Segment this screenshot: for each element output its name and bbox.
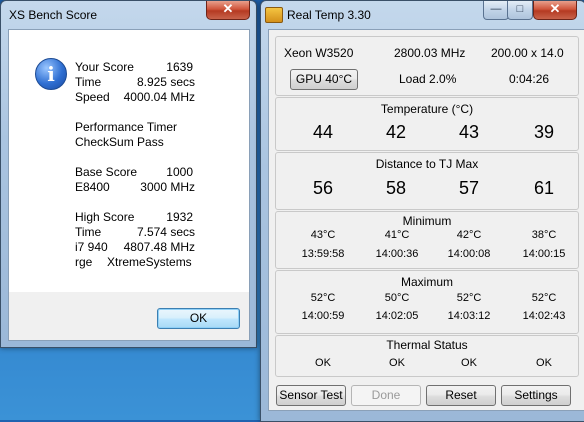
perf-timer-line: Performance Timer: [75, 120, 178, 134]
xs-title-bar[interactable]: XS Bench Score ✕: [1, 1, 256, 29]
time-value: 8.925 secs: [136, 75, 195, 89]
speed-row: Speed 4000.04 MHz: [75, 90, 245, 105]
load-readout: Load 2.0%: [399, 72, 457, 86]
distance-header: Distance to TJ Max: [375, 157, 479, 171]
min-temp: 41°C: [384, 229, 410, 241]
high-user-row: rge XtremeSystems: [75, 255, 192, 269]
distance-value: 61: [533, 178, 555, 198]
min-temp: 38°C: [531, 229, 557, 241]
base-cpu-row: E8400 3000 MHz: [75, 180, 195, 194]
distance-value: 58: [385, 178, 407, 198]
reset-button[interactable]: Reset: [426, 385, 496, 406]
min-temp: 43°C: [310, 229, 336, 241]
thermal-status-value: OK: [536, 357, 552, 369]
min-time: 14:00:08: [447, 248, 491, 260]
minimize-button[interactable]: —: [483, 1, 509, 20]
score-value: 1639: [166, 60, 193, 74]
score-label: Your Score: [75, 60, 134, 74]
max-temp: 52°C: [310, 292, 336, 304]
min-time: 14:00:15: [522, 248, 566, 260]
speed-label: Speed: [75, 90, 110, 104]
thermal-status-value: OK: [389, 357, 405, 369]
xs-window-title: XS Bench Score: [9, 8, 98, 22]
rt-content: Xeon W3520 2800.03 MHz 200.00 x 14.0 GPU…: [268, 29, 584, 411]
thermal-status-value: OK: [315, 357, 331, 369]
xs-bench-window: XS Bench Score ✕ i Your Score 1639 Time …: [0, 0, 257, 348]
min-time: 14:00:36: [375, 248, 419, 260]
minimum-group: Minimum 43°C 41°C 42°C 38°C 13:59:58 14:…: [275, 211, 579, 269]
gpu-button[interactable]: GPU 40°C: [290, 69, 358, 90]
minimum-header: Minimum: [402, 214, 452, 228]
min-temp: 42°C: [456, 229, 482, 241]
time-row: Time 8.925 secs: [75, 75, 245, 90]
rt-title-bar[interactable]: Real Temp 3.30 — □ ✕: [261, 1, 584, 29]
cpu-speed: 2800.03 MHz: [394, 46, 466, 60]
done-button[interactable]: Done: [351, 385, 421, 406]
settings-button[interactable]: Settings: [501, 385, 571, 406]
real-temp-window: Real Temp 3.30 — □ ✕ Xeon W3520 2800.03 …: [260, 0, 584, 422]
distance-value: 57: [458, 178, 480, 198]
high-cpu-row: i7 940 4807.48 MHz: [75, 240, 195, 254]
max-temp: 50°C: [384, 292, 410, 304]
distance-group: Distance to TJ Max 56 58 57 61: [275, 152, 579, 210]
checksum-line: CheckSum Pass: [75, 135, 164, 149]
rt-close-button[interactable]: ✕: [533, 1, 577, 20]
core-temp-value: 39: [533, 122, 555, 142]
base-score-row: Base Score 1000: [75, 165, 193, 179]
maximize-button[interactable]: □: [507, 1, 533, 20]
thermal-status-group: Thermal Status OK OK OK OK: [275, 335, 579, 377]
time-label: Time: [75, 75, 102, 89]
temperature-header: Temperature (°C): [380, 102, 474, 116]
info-icon: i: [35, 58, 67, 90]
max-time: 14:03:12: [447, 310, 491, 322]
thermal-status-value: OK: [461, 357, 477, 369]
min-time: 13:59:58: [301, 248, 345, 260]
thermometer-app-icon: [265, 7, 283, 23]
core-temp-value: 43: [458, 122, 480, 142]
distance-value: 56: [312, 178, 334, 198]
sensor-test-button[interactable]: Sensor Test: [276, 385, 346, 406]
cpu-info-group: Xeon W3520 2800.03 MHz 200.00 x 14.0 GPU…: [275, 36, 579, 96]
rt-window-title: Real Temp 3.30: [287, 8, 371, 22]
maximum-header: Maximum: [400, 275, 453, 289]
core-temp-value: 42: [385, 122, 407, 142]
maximum-group: Maximum 52°C 50°C 52°C 52°C 14:00:59 14:…: [275, 270, 579, 334]
temperature-group: Temperature (°C) 44 42 43 39: [275, 97, 579, 151]
max-time: 14:02:05: [375, 310, 419, 322]
speed-value: 4000.04 MHz: [123, 90, 195, 104]
max-time: 14:02:43: [522, 310, 566, 322]
xs-content: i Your Score 1639 Time 8.925 secs Speed …: [8, 29, 250, 341]
xs-close-button[interactable]: ✕: [206, 1, 250, 20]
uptime-readout: 0:04:26: [509, 72, 550, 86]
cpu-multiplier: 200.00 x 14.0: [491, 46, 564, 60]
cpu-name: Xeon W3520: [284, 46, 354, 60]
high-time-row: Time 7.574 secs: [75, 225, 195, 239]
ok-button[interactable]: OK: [157, 308, 240, 329]
score-row: Your Score 1639: [75, 60, 245, 75]
max-temp: 52°C: [456, 292, 482, 304]
max-temp: 52°C: [531, 292, 557, 304]
core-temp-value: 44: [312, 122, 334, 142]
max-time: 14:00:59: [301, 310, 345, 322]
xs-message-area: i Your Score 1639 Time 8.925 secs Speed …: [9, 30, 249, 292]
thermal-status-header: Thermal Status: [386, 338, 468, 352]
high-score-row: High Score 1932: [75, 210, 193, 224]
